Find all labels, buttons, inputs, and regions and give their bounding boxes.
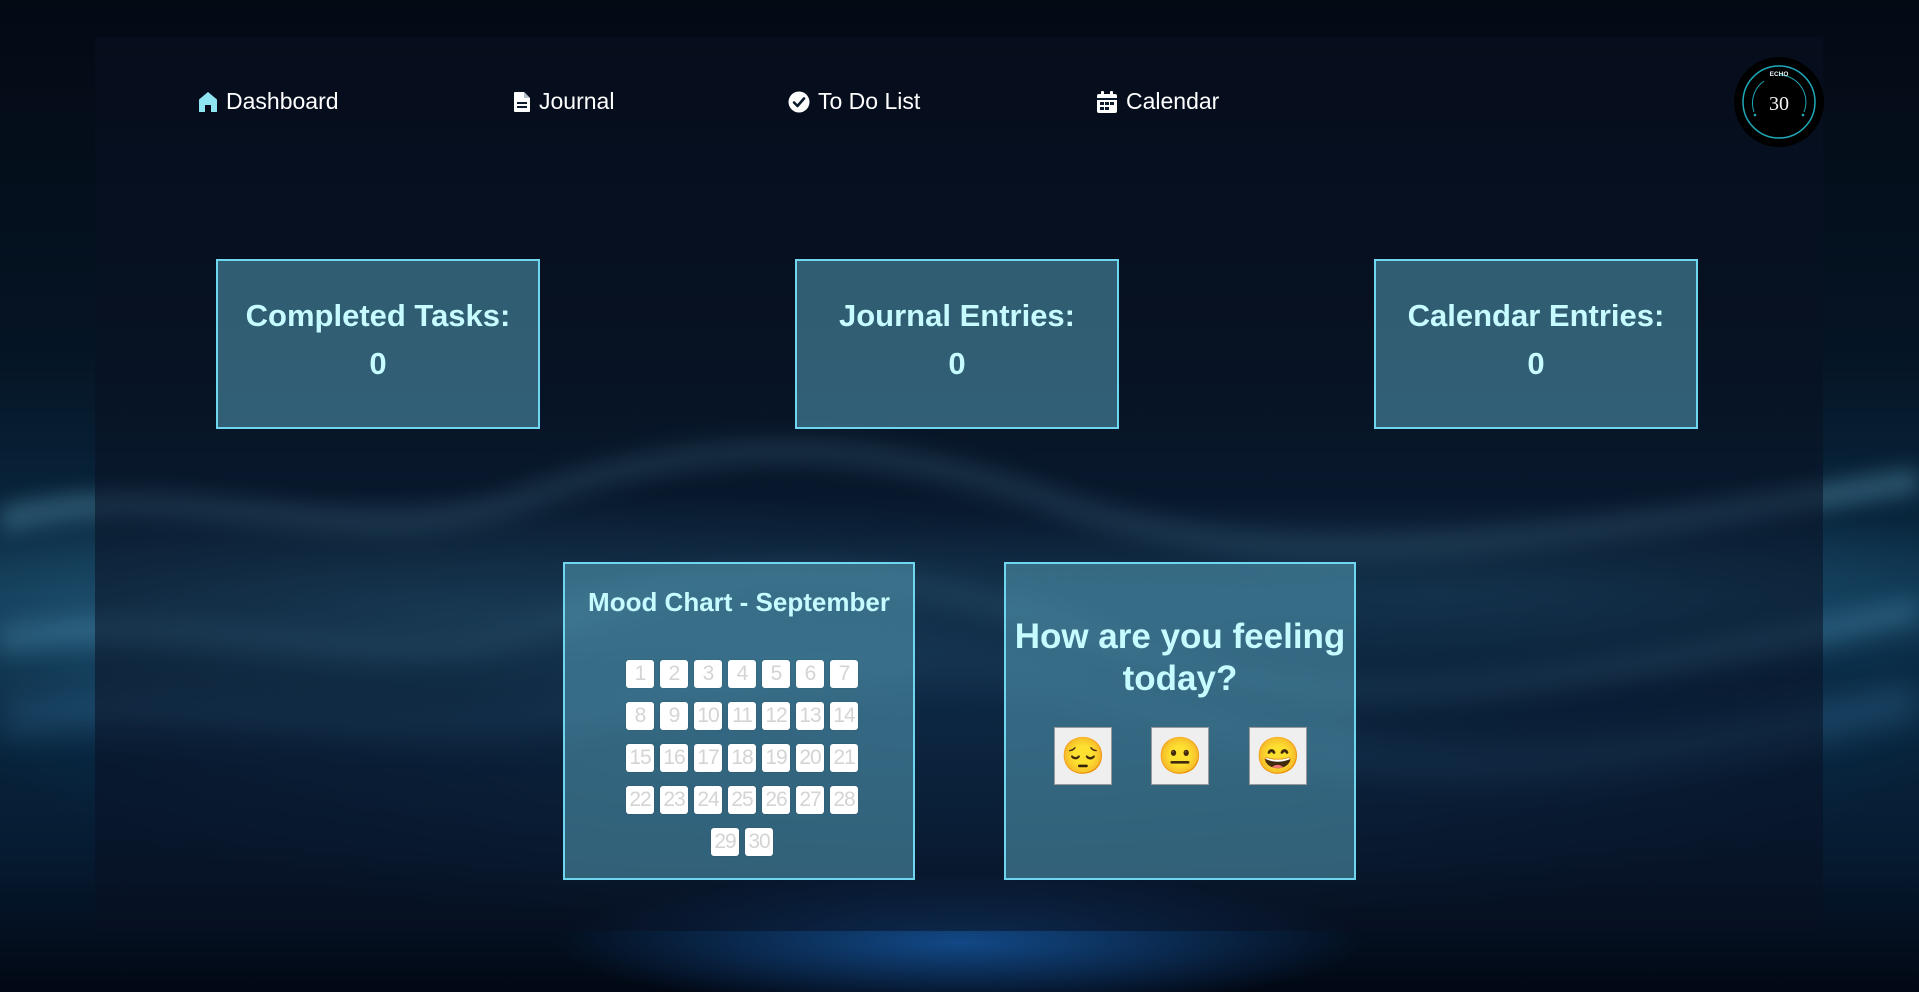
calendar-entries-label: Calendar Entries: xyxy=(1407,298,1665,333)
neutral-mood-button[interactable]: 😐 xyxy=(1151,727,1209,785)
mood-day-cell[interactable]: 3 xyxy=(694,660,722,688)
completed-tasks-card: Completed Tasks: 0 xyxy=(216,259,540,429)
logo-brand: ECHO xyxy=(1770,71,1789,78)
mood-chart-title: Mood Chart - September xyxy=(588,587,890,617)
mood-day-cell[interactable]: 4 xyxy=(728,660,756,688)
mood-day-cell[interactable]: 17 xyxy=(694,744,722,772)
journal-entries-card: Journal Entries: 0 xyxy=(795,259,1119,429)
mood-day-cell[interactable]: 1 xyxy=(626,660,654,688)
mood-question: How are you feeling today? xyxy=(1014,617,1346,698)
check-circle-icon xyxy=(788,91,810,113)
mood-day-cell[interactable]: 21 xyxy=(830,744,858,772)
sad-mood-button[interactable]: 😔 xyxy=(1054,727,1112,785)
logo-number: 30 xyxy=(1769,93,1789,115)
mood-chart-card: Mood Chart - September 1 2 3 4 5 6 7 8 9 10 11 12 13… xyxy=(563,562,915,880)
journal-entries-value: 0 xyxy=(948,346,966,381)
mood-day-cell[interactable]: 10 xyxy=(694,702,722,730)
mood-day-cell[interactable]: 25 xyxy=(728,786,756,814)
mood-day-cell[interactable]: 14 xyxy=(830,702,858,730)
logo-emblem: ECHO 30 xyxy=(1742,65,1816,139)
mood-day-cell[interactable]: 19 xyxy=(762,744,790,772)
mood-day-cell[interactable]: 18 xyxy=(728,744,756,772)
mood-day-cell[interactable]: 8 xyxy=(626,702,654,730)
nav-calendar[interactable]: Calendar xyxy=(1096,88,1219,115)
calendar-entries-card: Calendar Entries: 0 xyxy=(1374,259,1698,429)
mood-day-cell[interactable]: 6 xyxy=(796,660,824,688)
document-icon xyxy=(513,91,531,113)
happy-mood-button[interactable]: 😄 xyxy=(1249,727,1307,785)
mood-day-cell[interactable]: 7 xyxy=(830,660,858,688)
calendar-icon xyxy=(1096,90,1118,114)
mood-day-cell[interactable]: 9 xyxy=(660,702,688,730)
completed-tasks-value: 0 xyxy=(369,346,387,381)
nav-todo-label: To Do List xyxy=(818,88,921,114)
nav-dashboard[interactable]: Dashboard xyxy=(198,88,339,115)
top-nav: Dashboard Journal To Do List Calendar xyxy=(0,88,1919,122)
journal-entries-label: Journal Entries: xyxy=(839,298,1075,333)
nav-todo[interactable]: To Do List xyxy=(788,88,920,115)
mood-day-cell[interactable]: 11 xyxy=(728,702,756,730)
home-icon xyxy=(198,91,218,113)
nav-dashboard-label: Dashboard xyxy=(226,88,339,114)
mood-day-cell[interactable]: 20 xyxy=(796,744,824,772)
mood-day-cell[interactable]: 29 xyxy=(711,828,739,856)
mood-day-cell[interactable]: 26 xyxy=(762,786,790,814)
completed-tasks-label: Completed Tasks: xyxy=(245,298,511,333)
mood-day-cell[interactable]: 2 xyxy=(660,660,688,688)
mood-day-cell[interactable]: 13 xyxy=(796,702,824,730)
main-panel xyxy=(95,37,1823,931)
calendar-entries-value: 0 xyxy=(1527,346,1545,381)
nav-calendar-label: Calendar xyxy=(1126,88,1220,114)
mood-day-cell[interactable]: 5 xyxy=(762,660,790,688)
nav-journal[interactable]: Journal xyxy=(513,88,614,115)
mood-day-cell[interactable]: 15 xyxy=(626,744,654,772)
nav-journal-label: Journal xyxy=(539,88,615,114)
mood-day-cell[interactable]: 24 xyxy=(694,786,722,814)
mood-day-cell[interactable]: 28 xyxy=(830,786,858,814)
mood-options: 😔 😐 😄 xyxy=(1054,727,1308,787)
mood-day-cell[interactable]: 22 xyxy=(626,786,654,814)
mood-checkin-card: How are you feeling today? 😔 😐 😄 xyxy=(1004,562,1356,880)
app-logo[interactable]: ECHO 30 xyxy=(1734,57,1824,147)
mood-day-cell[interactable]: 30 xyxy=(745,828,773,856)
mood-day-cell[interactable]: 16 xyxy=(660,744,688,772)
mood-day-cell[interactable]: 27 xyxy=(796,786,824,814)
mood-chart-grid: 1 2 3 4 5 6 7 8 9 10 11 12 13 14 15 16 17 18 19 20 21 22 23 24 2… xyxy=(623,660,861,856)
mood-day-cell[interactable]: 12 xyxy=(762,702,790,730)
mood-day-cell[interactable]: 23 xyxy=(660,786,688,814)
